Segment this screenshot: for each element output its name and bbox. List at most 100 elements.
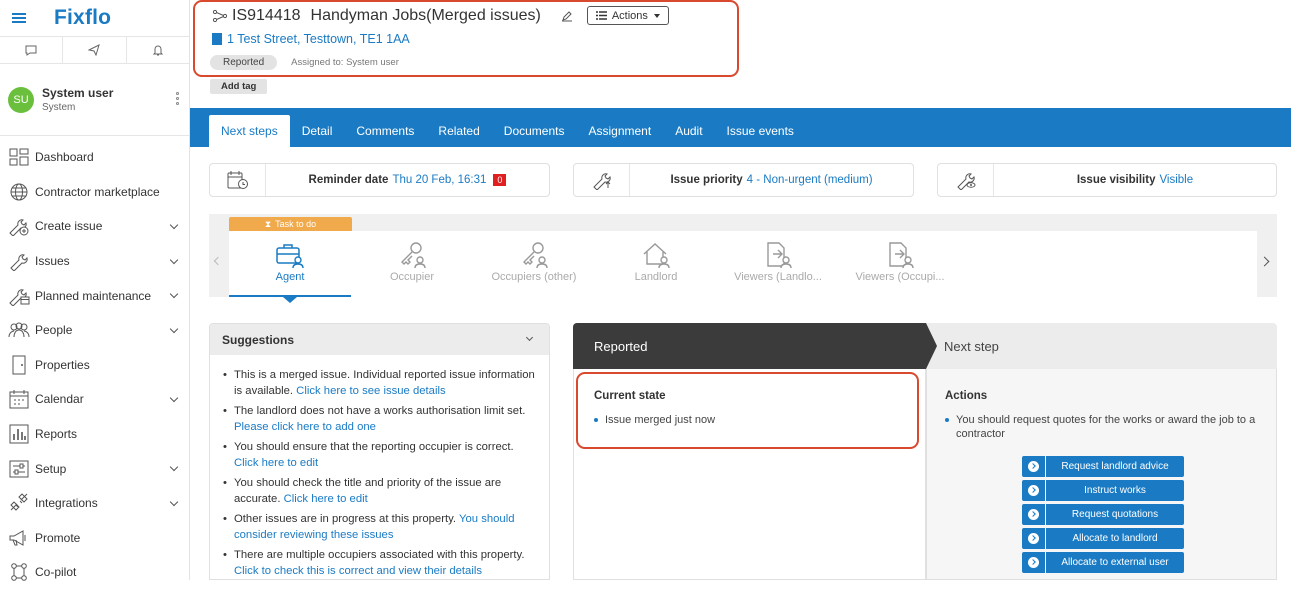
party-label: Agent <box>275 271 305 283</box>
party-tab-viewers-landlo[interactable]: Viewers (Landlo... <box>717 231 839 297</box>
parties-list: Agent Occupier Occupiers (other) Landlord Vi… <box>229 231 1257 303</box>
sidebar-item-label: Properties <box>35 357 90 372</box>
sidebar-item-people[interactable]: People <box>0 313 189 348</box>
issue-header: IS914418 Handyman Jobs(Merged issues) Ac… <box>190 0 1291 108</box>
current-step: Reported <box>573 323 937 369</box>
people-icon <box>8 319 30 341</box>
sidebar-item-promote[interactable]: Promote <box>0 521 189 556</box>
sidebar-item-issues[interactable]: Issues <box>0 244 189 279</box>
document-person-icon <box>763 240 793 270</box>
tab-related[interactable]: Related <box>426 115 491 147</box>
request-landlord-advice-button[interactable]: Request landlord advice <box>1022 456 1184 477</box>
request-quotations-button[interactable]: Request quotations <box>1022 504 1184 525</box>
visibility-card[interactable]: Issue visibility Visible <box>937 163 1277 197</box>
instruct-works-button[interactable]: Instruct works <box>1022 480 1184 501</box>
scroll-left-icon[interactable] <box>213 256 223 266</box>
calendar-icon <box>8 388 30 410</box>
allocate-to-landlord-button[interactable]: Allocate to landlord <box>1022 528 1184 549</box>
sidebar-item-label: People <box>35 323 73 338</box>
sidebar-item-properties[interactable]: Properties <box>0 348 189 383</box>
menu-icon[interactable] <box>12 13 26 23</box>
sidebar-item-integrations[interactable]: Integrations <box>0 486 189 521</box>
wrench-up-icon <box>574 164 630 196</box>
tab-assignment[interactable]: Assignment <box>576 115 663 147</box>
tab-audit[interactable]: Audit <box>663 115 714 147</box>
suggestion-link[interactable]: Please click here to add one <box>234 421 376 433</box>
tab-detail[interactable]: Detail <box>290 115 345 147</box>
suggestions-title: Suggestions <box>222 332 295 347</box>
suggestion-link[interactable]: Click here to edit <box>284 493 368 505</box>
chevron-down-icon[interactable] <box>169 497 179 507</box>
sidebar-item-label: Co-pilot <box>35 565 77 580</box>
sidebar-item-create-issue[interactable]: Create issue <box>0 209 189 244</box>
chevron-down-icon[interactable] <box>169 220 179 230</box>
sidebar-item-setup[interactable]: Setup <box>0 451 189 486</box>
actions-item: You should request quotes for the works … <box>945 413 1260 441</box>
tab-documents[interactable]: Documents <box>492 115 577 147</box>
sidebar-item-calendar[interactable]: Calendar <box>0 382 189 417</box>
suggestion-link[interactable]: Click here to see issue details <box>296 385 445 397</box>
arrow-right-circle-icon <box>1022 456 1046 477</box>
sidebar-item-label: Planned maintenance <box>35 288 152 303</box>
key-person-icon <box>519 240 549 270</box>
chevron-down-icon[interactable] <box>169 290 179 299</box>
party-tab-landlord[interactable]: Landlord <box>595 231 717 297</box>
allocate-to-external-user-button[interactable]: Allocate to external user <box>1022 552 1184 573</box>
kebab-icon[interactable] <box>176 92 179 105</box>
hourglass-icon: ⧗ <box>264 218 272 229</box>
sidebar-item-planned-maintenance[interactable]: Planned maintenance <box>0 278 189 313</box>
sidebar-nav: Dashboard Contractor marketplace Create is… <box>0 136 189 590</box>
sidebar-item-label: Dashboard <box>35 150 94 165</box>
priority-card[interactable]: Issue priority 4 - Non-urgent (medium) <box>573 163 914 197</box>
chevron-down-icon[interactable] <box>169 463 179 472</box>
suggestion-link[interactable]: Click here to edit <box>234 457 318 469</box>
bell-icon[interactable] <box>127 37 189 63</box>
arrow-right-circle-icon <box>1022 528 1046 549</box>
sidebar-item-label: Create issue <box>35 219 103 234</box>
tab-issue-events[interactable]: Issue events <box>715 115 806 147</box>
reminder-card[interactable]: Reminder date Thu 20 Feb, 16:31 0 <box>209 163 550 197</box>
add-tag-button[interactable]: Add tag <box>210 79 268 94</box>
sidebar-item-co-pilot[interactable]: Co-pilot <box>0 555 189 590</box>
chevron-down-icon[interactable] <box>169 255 179 265</box>
party-label: Occupier <box>389 271 435 283</box>
wrench-plus-icon <box>8 215 30 237</box>
suggestions-header[interactable]: Suggestions <box>210 324 549 355</box>
suggestion-link[interactable]: Click to check this is correct and view … <box>234 565 482 577</box>
party-label: Landlord <box>634 271 678 283</box>
sidebar-item-label: Contractor marketplace <box>35 184 160 199</box>
copilot-icon <box>8 561 30 583</box>
party-tab-occupier[interactable]: Occupier <box>351 231 473 297</box>
suggestion-item: You should ensure that the reporting occ… <box>223 439 537 471</box>
chat-icon[interactable] <box>0 37 64 63</box>
reminder-value[interactable]: Thu 20 Feb, 16:31 <box>392 174 486 186</box>
sidebar-item-label: Reports <box>35 427 78 442</box>
tab-next-steps[interactable]: Next steps <box>209 115 290 147</box>
sidebar-item-reports[interactable]: Reports <box>0 417 189 452</box>
chevron-down-icon[interactable] <box>525 333 534 342</box>
app-logo[interactable]: Fixflo <box>54 6 111 30</box>
scroll-right-icon[interactable] <box>1259 256 1270 267</box>
party-tab-viewers-occupi[interactable]: Viewers (Occupi... <box>839 231 961 297</box>
visibility-label: Issue visibility <box>1076 174 1156 186</box>
house-person-icon <box>641 240 671 270</box>
suggestion-item: This is a merged issue. Individual repor… <box>223 367 537 399</box>
party-tab-agent[interactable]: Agent <box>229 231 351 303</box>
visibility-value[interactable]: Visible <box>1159 174 1193 186</box>
wrench-icon <box>8 250 30 272</box>
next-step: Next step <box>926 323 1277 369</box>
send-icon[interactable] <box>63 37 127 63</box>
chevron-down-icon[interactable] <box>169 324 179 334</box>
party-label: Viewers (Landlo... <box>734 271 822 283</box>
action-button-label: Request quotations <box>1071 509 1159 520</box>
globe-icon <box>8 181 30 203</box>
dashboard-icon <box>8 146 30 168</box>
door-icon <box>8 354 30 376</box>
sidebar-item-contractor-marketplace[interactable]: Contractor marketplace <box>0 175 189 210</box>
sidebar-item-dashboard[interactable]: Dashboard <box>0 140 189 175</box>
tab-comments[interactable]: Comments <box>344 115 426 147</box>
priority-value[interactable]: 4 - Non-urgent (medium) <box>747 174 873 186</box>
user-profile[interactable]: SU System user System <box>0 64 189 136</box>
party-tab-occupiers-other[interactable]: Occupiers (other) <box>473 231 595 297</box>
chevron-down-icon[interactable] <box>169 393 179 403</box>
